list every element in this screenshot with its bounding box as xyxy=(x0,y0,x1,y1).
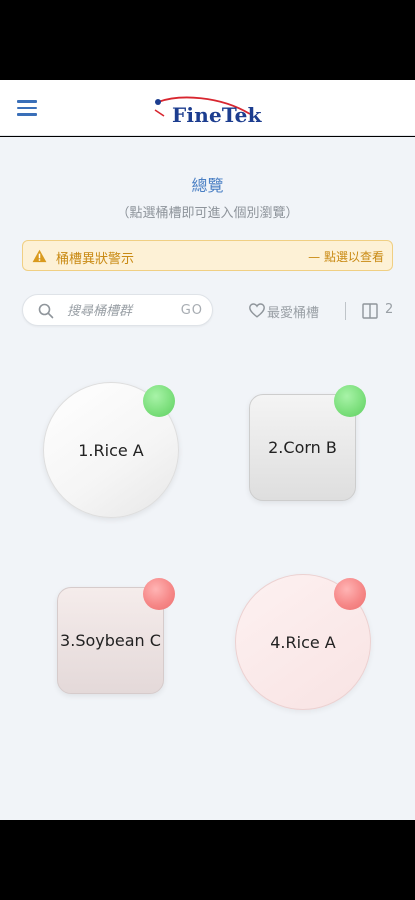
heart-icon xyxy=(249,303,265,318)
tank-alert-banner[interactable]: 桶槽異狀警示 — 點選以查看 xyxy=(22,240,393,271)
tank-status-indicator xyxy=(334,385,366,417)
layout-columns-button[interactable]: 2 xyxy=(362,301,396,321)
tank-name: 4.Rice A xyxy=(270,632,336,652)
tank-status-indicator xyxy=(143,385,175,417)
warning-icon xyxy=(32,249,47,263)
app-bar: FineTek xyxy=(0,80,415,136)
system-navigation-bar xyxy=(0,820,415,900)
tank-group-search: GO xyxy=(22,294,213,326)
tank-status-indicator xyxy=(334,578,366,610)
hamburger-menu-icon[interactable] xyxy=(17,100,37,116)
toolbar-divider xyxy=(345,302,346,320)
finetek-logo: FineTek xyxy=(150,92,262,128)
tank-status-indicator xyxy=(143,578,175,610)
logo-text: FineTek xyxy=(172,103,262,127)
page-subtitle: （點選桶槽即可進入個別瀏覽） xyxy=(116,206,299,221)
overview-page: 總覽 （點選桶槽即可進入個別瀏覽） 桶槽異狀警示 — 點選以查看 GO 最愛桶槽… xyxy=(0,137,415,820)
tank-name: 1.Rice A xyxy=(78,440,144,460)
tank-name: 3.Soybean C xyxy=(60,631,161,650)
column-layout-icon xyxy=(362,303,378,319)
layout-column-count: 2 xyxy=(385,302,394,317)
search-icon xyxy=(38,303,54,319)
search-input[interactable] xyxy=(67,300,172,322)
favorite-tanks-label: 最愛桶槽 xyxy=(267,306,320,321)
status-bar xyxy=(0,0,415,80)
tank-name: 2.Corn B xyxy=(268,438,337,457)
go-button[interactable]: GO xyxy=(181,303,203,318)
page-title: 總覽 xyxy=(191,176,224,195)
alert-view-link[interactable]: — 點選以查看 xyxy=(308,248,384,265)
alert-text: 桶槽異狀警示 xyxy=(56,252,135,267)
